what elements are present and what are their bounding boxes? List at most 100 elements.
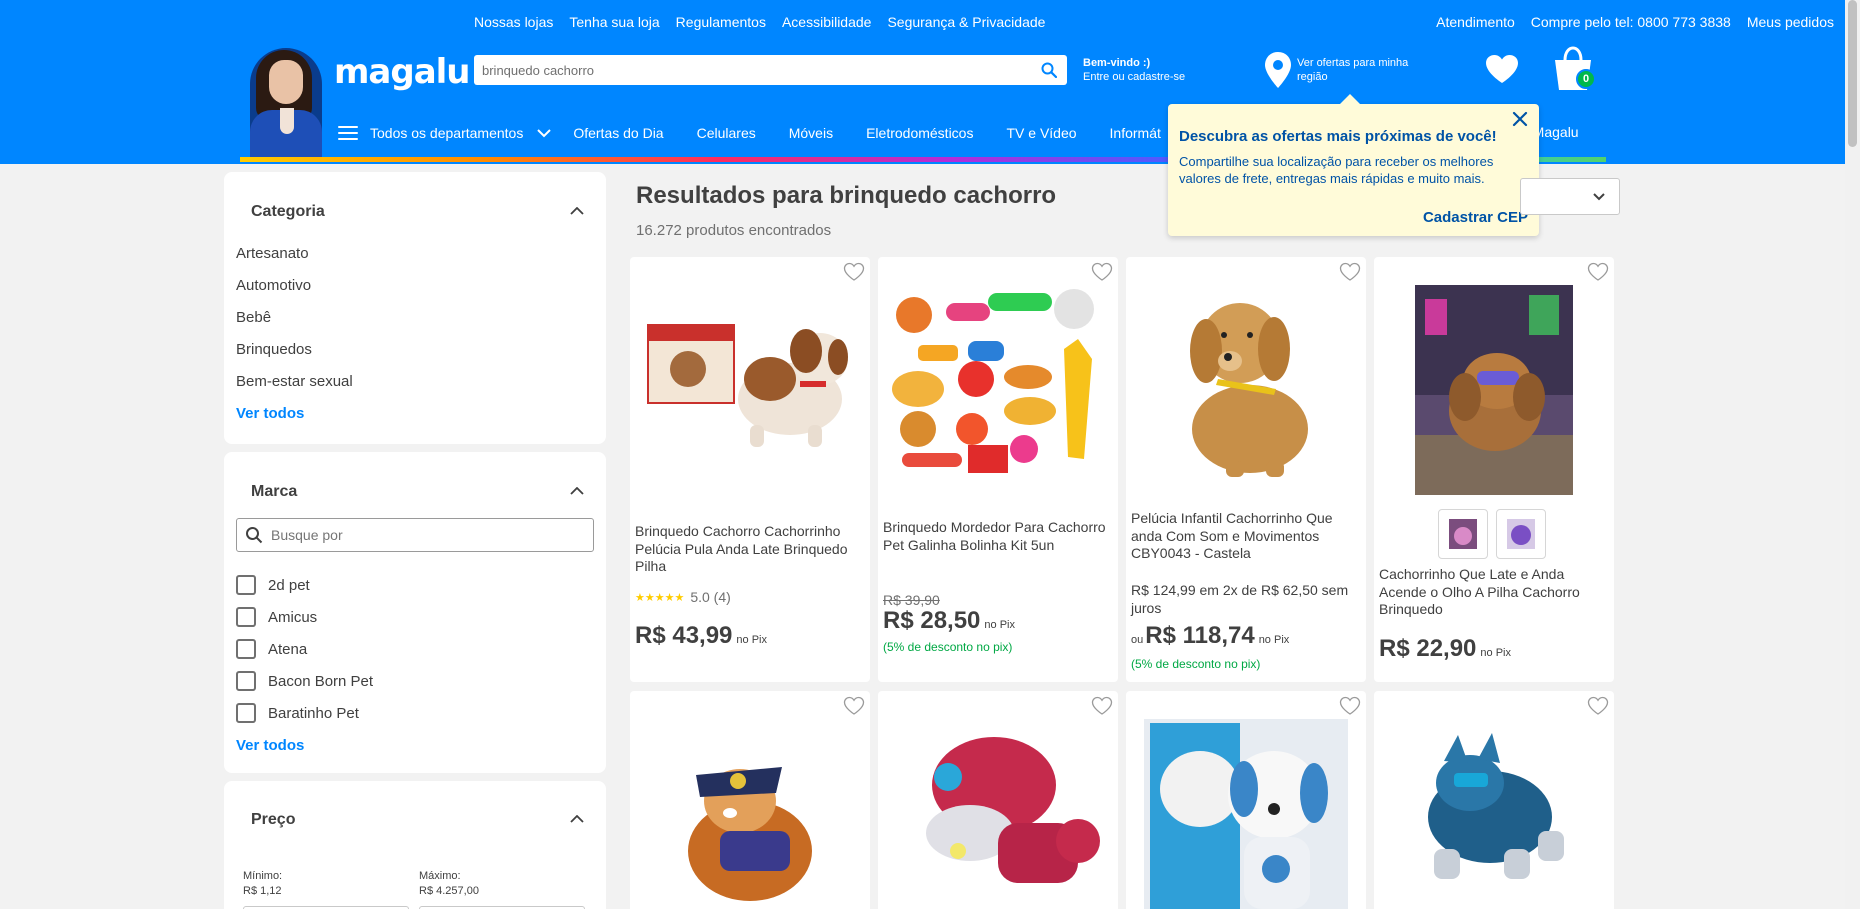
link-phone[interactable]: Compre pelo tel: 0800 773 3838 <box>1531 14 1731 30</box>
nav-all-departments[interactable]: Todos os departamentos <box>370 125 523 141</box>
brand-option[interactable]: Bacon Born Pet <box>236 665 373 697</box>
price-min-label: Mínimo: <box>243 870 283 882</box>
product-card[interactable]: Pelúcia Infantil Cachorrinho Que anda Co… <box>1126 257 1366 682</box>
chevron-up-icon[interactable] <box>570 815 584 823</box>
brand-option[interactable]: Amicus <box>236 601 373 633</box>
link-meus-pedidos[interactable]: Meus pedidos <box>1747 14 1834 30</box>
category-title: Categoria <box>251 203 325 220</box>
category-item[interactable]: Bem-estar sexual <box>236 366 353 398</box>
chevron-up-icon[interactable] <box>570 207 584 215</box>
product-title[interactable]: Brinquedo Mordedor Para Cachorro Pet Gal… <box>883 519 1112 554</box>
brand-option[interactable]: 2d pet <box>236 569 373 601</box>
link-atendimento[interactable]: Atendimento <box>1436 14 1515 30</box>
nav-celulares[interactable]: Celulares <box>697 125 756 141</box>
product-card[interactable] <box>1126 691 1366 909</box>
sort-select[interactable] <box>1520 178 1620 215</box>
price-value: R$ 43,99 <box>635 622 733 649</box>
product-image[interactable] <box>630 721 870 909</box>
brand-title: Marca <box>251 483 298 500</box>
pix-discount: (5% de desconto no pix) <box>1131 657 1261 671</box>
product-card[interactable]: Brinquedo Mordedor Para Cachorro Pet Gal… <box>878 257 1118 682</box>
product-card[interactable]: Cachorrinho Que Late e Anda Acende o Olh… <box>1374 257 1614 682</box>
thumbnail[interactable] <box>1496 509 1546 559</box>
product-card[interactable]: Brinquedo Cachorro Cachorrinho Pelúcia P… <box>630 257 870 682</box>
location-pin-icon[interactable] <box>1262 50 1294 90</box>
nav-eletrodomesticos[interactable]: Eletrodomésticos <box>866 125 973 141</box>
price-suffix: no Pix <box>1258 634 1290 646</box>
chevron-up-icon[interactable] <box>570 487 584 495</box>
price-title: Preço <box>251 811 296 828</box>
product-card[interactable] <box>630 691 870 909</box>
favorite-icon[interactable] <box>843 696 865 716</box>
checkbox[interactable] <box>236 703 256 723</box>
product-title[interactable]: Pelúcia Infantil Cachorrinho Que anda Co… <box>1131 510 1360 563</box>
product-image[interactable] <box>878 715 1118 905</box>
price-prefix: ou <box>1131 634 1144 646</box>
product-image[interactable] <box>1415 285 1573 495</box>
product-title[interactable]: Brinquedo Cachorro Cachorrinho Pelúcia P… <box>635 523 864 576</box>
location-link[interactable]: Ver ofertas para minha região <box>1297 56 1437 84</box>
brand-see-all-link[interactable]: Ver todos <box>236 729 373 761</box>
product-rating: ★★★★★ 5.0 (4) <box>635 589 731 605</box>
menu-icon[interactable] <box>338 126 358 140</box>
price-suffix: no Pix <box>736 634 767 646</box>
brand-label: 2d pet <box>268 576 310 594</box>
checkbox[interactable] <box>236 671 256 691</box>
brand-label: Atena <box>268 640 308 658</box>
product-old-price: R$ 39,90 <box>883 592 940 608</box>
login-link[interactable]: Bem-vindo :) Entre ou cadastre-se <box>1083 56 1185 84</box>
page-scrollbar[interactable] <box>1845 0 1860 909</box>
link-nossas-lojas[interactable]: Nossas lojas <box>474 14 553 30</box>
product-image[interactable] <box>630 279 870 489</box>
checkbox[interactable] <box>236 607 256 627</box>
category-item[interactable]: Bebê <box>236 302 353 334</box>
checkbox[interactable] <box>236 639 256 659</box>
brand-option[interactable]: Atena <box>236 633 373 665</box>
heart-icon[interactable] <box>1484 53 1520 85</box>
brand-search-input[interactable] <box>271 527 585 543</box>
brand-option[interactable]: Baratinho Pet <box>236 697 373 729</box>
product-image[interactable] <box>1144 719 1348 909</box>
scrollbar-thumb[interactable] <box>1848 0 1857 147</box>
search-input[interactable] <box>482 62 1039 78</box>
price-suffix: no Pix <box>984 619 1015 631</box>
favorite-icon[interactable] <box>1091 696 1113 716</box>
nav-ofertas-do-dia[interactable]: Ofertas do Dia <box>573 125 663 141</box>
link-acessibilidade[interactable]: Acessibilidade <box>782 14 872 30</box>
favorite-icon[interactable] <box>1339 696 1361 716</box>
magalu-logo[interactable]: magalu <box>334 52 471 92</box>
link-seguranca-privacidade[interactable]: Segurança & Privacidade <box>887 14 1045 30</box>
favorite-icon[interactable] <box>1587 262 1609 282</box>
rating-stars: ★★★★★ <box>635 591 685 604</box>
category-item[interactable]: Automotivo <box>236 270 353 302</box>
welcome-title: Bem-vindo :) <box>1083 57 1151 69</box>
favorite-icon[interactable] <box>1587 696 1609 716</box>
category-see-all-link[interactable]: Ver todos <box>236 398 353 430</box>
nav-informatica[interactable]: Informát <box>1110 125 1161 141</box>
category-item[interactable]: Artesanato <box>236 238 353 270</box>
product-image[interactable] <box>1126 279 1366 489</box>
product-card[interactable] <box>1374 691 1614 909</box>
chevron-down-icon[interactable] <box>537 125 552 141</box>
price-max: Máximo: R$ 4.257,00 <box>419 869 479 899</box>
price-filter: Preço Mínimo: R$ 1,12 Máximo: R$ 4.257,0… <box>224 781 606 909</box>
product-image[interactable] <box>1374 721 1614 909</box>
link-regulamentos[interactable]: Regulamentos <box>676 14 766 30</box>
price-suffix: no Pix <box>1480 647 1511 659</box>
main-nav: Todos os departamentos Ofertas do Dia Ce… <box>338 118 1194 148</box>
brand-label: Bacon Born Pet <box>268 672 374 690</box>
thumbnail[interactable] <box>1438 509 1488 559</box>
product-card[interactable] <box>878 691 1118 909</box>
checkbox[interactable] <box>236 575 256 595</box>
nav-tv-video[interactable]: TV e Vídeo <box>1006 125 1076 141</box>
product-thumbnails <box>1438 509 1546 559</box>
nav-moveis[interactable]: Móveis <box>789 125 833 141</box>
link-tenha-sua-loja[interactable]: Tenha sua loja <box>569 14 659 30</box>
close-icon[interactable] <box>1509 108 1531 130</box>
category-item[interactable]: Brinquedos <box>236 334 353 366</box>
product-title[interactable]: Cachorrinho Que Late e Anda Acende o Olh… <box>1379 566 1608 619</box>
product-image[interactable] <box>878 279 1118 489</box>
search-icon[interactable] <box>1039 60 1059 80</box>
product-price: R$ 43,99 no Pix <box>635 622 767 650</box>
register-cep-button[interactable]: Cadastrar CEP <box>1423 209 1528 226</box>
